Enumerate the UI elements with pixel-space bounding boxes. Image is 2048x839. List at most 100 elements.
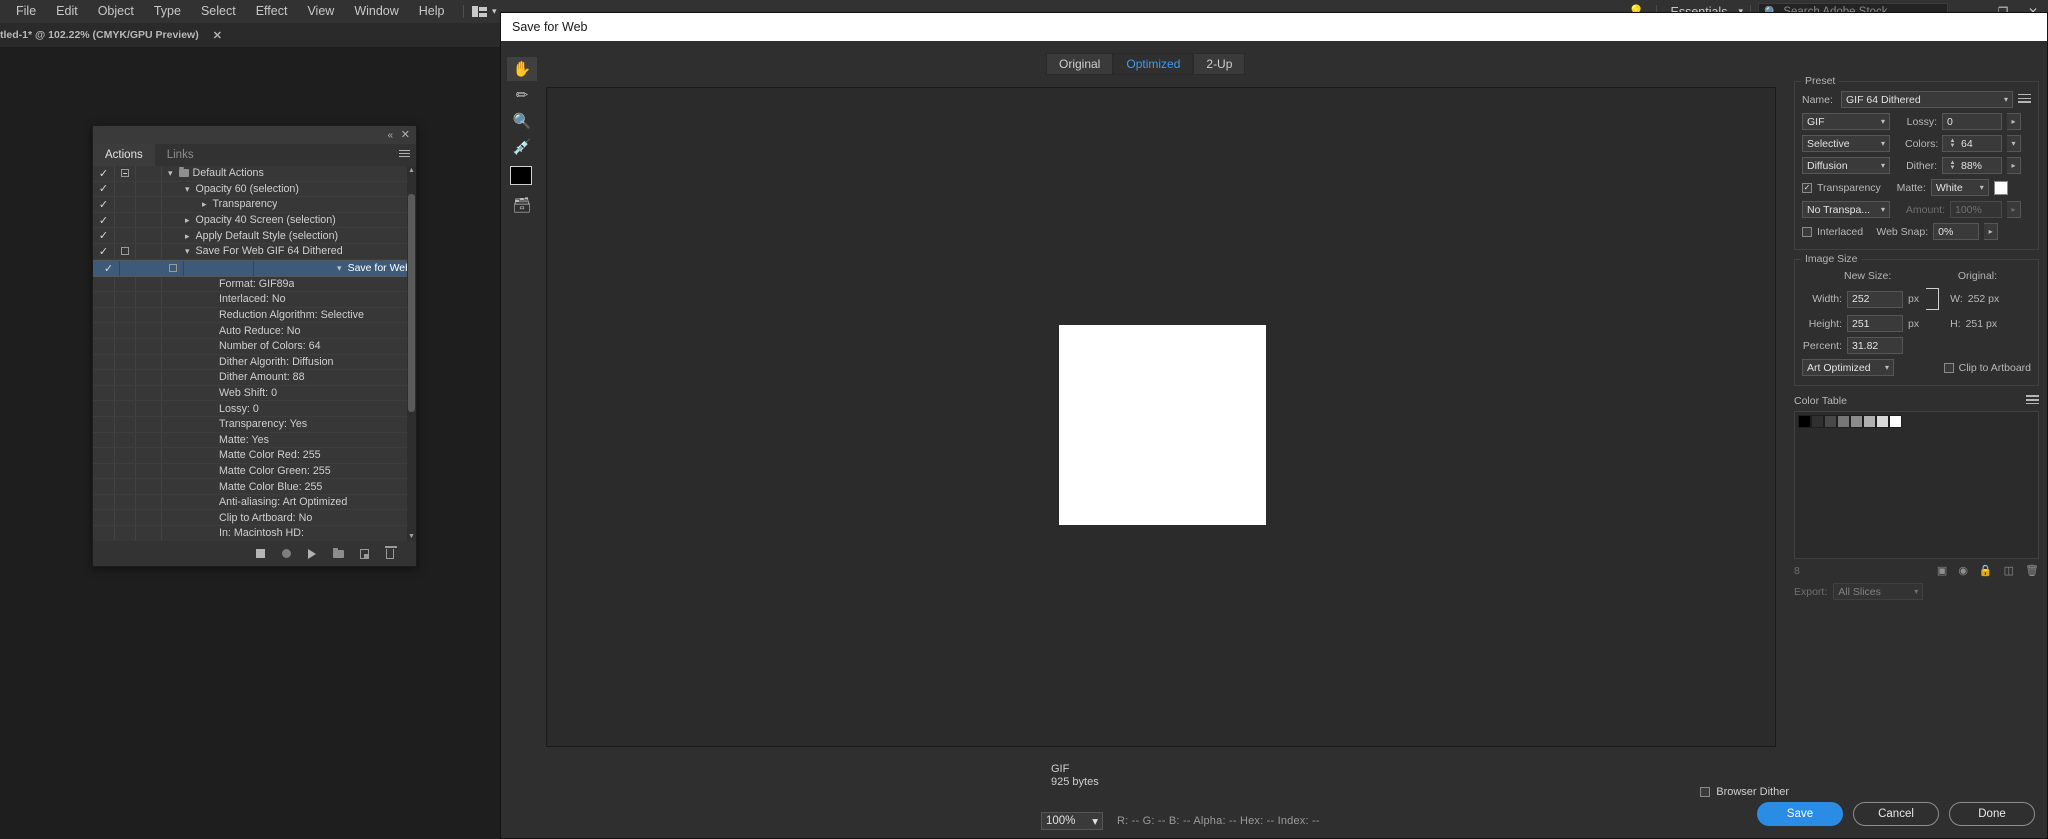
matte-select[interactable]: White ▾ bbox=[1930, 179, 1989, 196]
action-dialog-toggle[interactable] bbox=[115, 510, 136, 526]
color-swatch[interactable] bbox=[1876, 415, 1889, 428]
width-input[interactable]: 252 bbox=[1847, 290, 1903, 308]
stop-icon[interactable] bbox=[254, 548, 266, 560]
action-twirl-icon[interactable] bbox=[136, 463, 162, 479]
action-row[interactable]: Number of Colors: 64 bbox=[93, 338, 416, 355]
color-swatch[interactable] bbox=[1798, 415, 1811, 428]
action-twirl-icon[interactable] bbox=[136, 354, 162, 370]
action-enabled-checkbox[interactable] bbox=[93, 510, 115, 526]
actions-list[interactable]: ✓ ▾ Default Actions ✓ ▾ Opacity 60 (selection… bbox=[93, 166, 416, 541]
action-enabled-checkbox[interactable] bbox=[93, 370, 115, 385]
chevron-right-icon[interactable]: ▸ bbox=[202, 199, 207, 210]
lossy-input[interactable]: 0 bbox=[1942, 113, 2002, 130]
height-input[interactable]: 251 bbox=[1847, 315, 1903, 332]
action-twirl-icon[interactable] bbox=[136, 526, 162, 541]
lossy-stepper-icon[interactable]: ▸ bbox=[2007, 113, 2021, 130]
web-snap-input[interactable]: 0% bbox=[1933, 223, 1980, 240]
action-dialog-toggle[interactable] bbox=[115, 401, 136, 416]
action-dialog-toggle[interactable] bbox=[115, 448, 136, 463]
action-row[interactable]: ✓ ▸ Transparency bbox=[93, 197, 416, 213]
percent-input[interactable]: 31.82 bbox=[1847, 337, 1903, 354]
action-enabled-checkbox[interactable] bbox=[93, 432, 115, 448]
action-twirl-icon[interactable] bbox=[136, 479, 162, 494]
delete-color-icon[interactable]: 🗑 bbox=[2025, 564, 2039, 577]
new-set-icon[interactable] bbox=[332, 547, 344, 560]
chevron-down-icon[interactable]: ▾ bbox=[168, 168, 173, 179]
slice-select-tool-icon[interactable]: ✏ bbox=[507, 83, 537, 107]
action-row[interactable]: Matte Color Blue: 255 bbox=[93, 479, 416, 495]
action-row[interactable]: Lossy: 0 bbox=[93, 401, 416, 417]
transparency-dither-select[interactable]: No Transpa... ▾ bbox=[1802, 201, 1890, 218]
action-twirl-icon[interactable] bbox=[136, 510, 162, 526]
action-row[interactable]: Transparency: Yes bbox=[93, 416, 416, 433]
action-enabled-checkbox[interactable] bbox=[93, 416, 115, 432]
interlaced-checkbox[interactable] bbox=[1802, 226, 1812, 237]
antialias-select[interactable]: Art Optimized ▾ bbox=[1802, 359, 1894, 376]
action-twirl-icon[interactable] bbox=[136, 401, 162, 416]
web-snap-stepper-icon[interactable]: ▸ bbox=[1984, 223, 1999, 240]
action-row[interactable]: Matte: Yes bbox=[93, 432, 416, 449]
snap-to-web-icon[interactable]: ▣ bbox=[1937, 564, 1947, 577]
actions-scrollbar[interactable]: ▲ ▼ bbox=[407, 166, 416, 541]
action-dialog-toggle[interactable] bbox=[115, 228, 136, 243]
action-dialog-toggle[interactable] bbox=[115, 166, 136, 181]
scroll-up-icon[interactable]: ▲ bbox=[407, 166, 416, 175]
color-swatch[interactable] bbox=[1889, 415, 1902, 428]
action-enabled-checkbox[interactable]: ✓ bbox=[93, 166, 115, 181]
colors-spinner-icon[interactable]: ▲ ▼ bbox=[1947, 138, 1958, 149]
action-dialog-toggle[interactable] bbox=[115, 463, 136, 479]
action-dialog-toggle[interactable] bbox=[115, 416, 136, 432]
action-twirl-icon[interactable] bbox=[136, 323, 162, 338]
action-enabled-checkbox[interactable]: ✓ bbox=[93, 243, 115, 259]
play-icon[interactable] bbox=[306, 548, 318, 560]
panel-collapse-icon[interactable]: « bbox=[387, 130, 394, 141]
scroll-down-icon[interactable]: ▼ bbox=[407, 532, 416, 541]
action-row[interactable]: Interlaced: No bbox=[93, 292, 416, 308]
color-swatch[interactable] bbox=[1863, 415, 1876, 428]
dither-algorithm-select[interactable]: Diffusion ▾ bbox=[1802, 157, 1890, 174]
workspace-switch-icon[interactable] bbox=[471, 6, 487, 17]
cancel-button[interactable]: Cancel bbox=[1853, 802, 1939, 826]
action-dialog-toggle[interactable] bbox=[115, 479, 136, 494]
actions-panel-header[interactable]: « ✕ bbox=[93, 126, 416, 144]
action-dialog-toggle[interactable] bbox=[115, 526, 136, 541]
action-row[interactable]: ✓ ▾ Opacity 60 (selection) bbox=[93, 181, 416, 198]
colors-input[interactable]: ▲ ▼ 64 bbox=[1942, 135, 2002, 152]
menu-select[interactable]: Select bbox=[191, 0, 246, 23]
color-swatch[interactable] bbox=[1811, 415, 1824, 428]
dither-spinner-icon[interactable]: ▲ ▼ bbox=[1947, 160, 1958, 171]
transparency-checkbox[interactable]: ✓ bbox=[1802, 182, 1812, 193]
menu-object[interactable]: Object bbox=[88, 0, 144, 23]
action-row[interactable]: Reduction Algorithm: Selective bbox=[93, 307, 416, 324]
action-enabled-checkbox[interactable] bbox=[93, 323, 115, 338]
panel-menu-icon[interactable] bbox=[399, 150, 410, 159]
action-dialog-toggle[interactable] bbox=[115, 197, 136, 212]
action-enabled-checkbox[interactable]: ✓ bbox=[98, 260, 120, 276]
color-swatch[interactable] bbox=[1824, 415, 1837, 428]
action-enabled-checkbox[interactable] bbox=[93, 463, 115, 479]
delete-icon[interactable] bbox=[384, 545, 397, 560]
dither-input[interactable]: ▲ ▼ 88% bbox=[1942, 157, 2002, 174]
toggle-slices-visibility-icon[interactable]: 🗃 bbox=[507, 193, 537, 217]
action-dialog-toggle[interactable] bbox=[115, 276, 136, 292]
lock-icon[interactable]: 🔒 bbox=[1979, 564, 1993, 577]
color-table-menu-icon[interactable] bbox=[2026, 395, 2039, 406]
action-dialog-toggle[interactable] bbox=[115, 307, 136, 323]
save-button[interactable]: Save bbox=[1757, 802, 1843, 826]
action-twirl-icon[interactable] bbox=[136, 416, 162, 432]
action-twirl-icon[interactable] bbox=[136, 212, 162, 228]
color-swatch[interactable] bbox=[1837, 415, 1850, 428]
done-button[interactable]: Done bbox=[1949, 802, 2035, 826]
action-enabled-checkbox[interactable] bbox=[93, 479, 115, 494]
browser-dither-checkbox[interactable] bbox=[1700, 787, 1711, 797]
clip-to-artboard-checkbox[interactable] bbox=[1943, 362, 1954, 373]
chevron-right-icon[interactable]: ▸ bbox=[185, 215, 190, 226]
action-row[interactable]: Web Shift: 0 bbox=[93, 385, 416, 402]
action-enabled-checkbox[interactable] bbox=[93, 385, 115, 401]
eyedropper-tool-icon[interactable]: 💉 bbox=[507, 135, 537, 159]
color-table-box[interactable] bbox=[1794, 411, 2039, 559]
menu-help[interactable]: Help bbox=[409, 0, 455, 23]
zoom-level-select[interactable]: 100% ▾ bbox=[1041, 812, 1103, 830]
action-twirl-icon[interactable] bbox=[136, 448, 162, 463]
record-icon[interactable] bbox=[280, 548, 292, 560]
